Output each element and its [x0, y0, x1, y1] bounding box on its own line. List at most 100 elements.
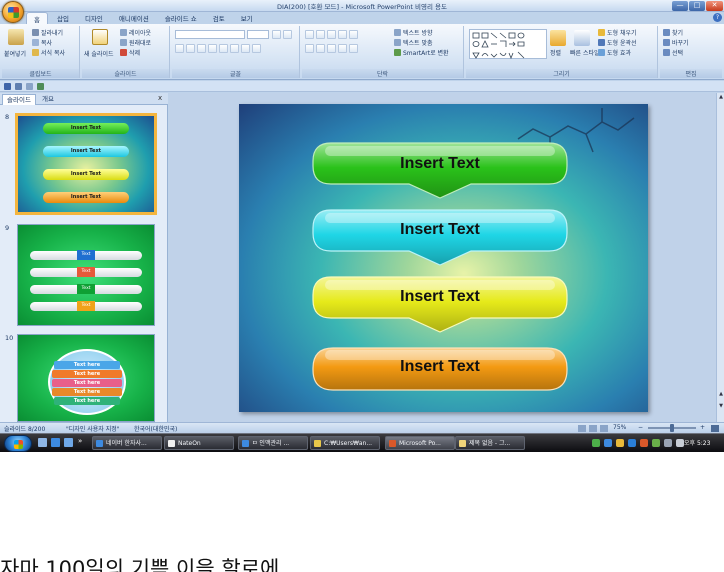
char-spacing-icon[interactable] [230, 44, 239, 53]
show-desktop-icon[interactable] [38, 438, 47, 447]
taskbar-task-button[interactable]: Microsoft Po... [385, 436, 455, 450]
increase-indent-icon[interactable] [338, 30, 347, 39]
office-button[interactable] [2, 1, 24, 23]
tab-review[interactable]: 검토 [206, 12, 232, 24]
taskbar-task-button[interactable]: 제목 없음 - 그... [455, 436, 525, 450]
process-shape[interactable]: Insert Text [311, 276, 569, 340]
format-painter-button[interactable]: 서식 복사 [32, 49, 65, 58]
taskbar-task-button[interactable]: NateOn [164, 436, 234, 450]
slideshow-icon[interactable] [37, 83, 44, 90]
process-shape[interactable]: Insert Text [311, 142, 569, 206]
shrink-font-icon[interactable] [283, 30, 292, 39]
columns-icon[interactable] [349, 44, 358, 53]
tab-animation[interactable]: 애니메이션 [112, 12, 156, 24]
start-button[interactable] [4, 435, 32, 452]
shape-effects-button[interactable]: 도형 효과 [598, 49, 631, 58]
smartart-button[interactable]: SmartArt로 변환 [394, 49, 449, 58]
process-shape-last[interactable]: Insert Text [311, 346, 569, 394]
underline-icon[interactable] [197, 44, 206, 53]
replace-button[interactable]: 바꾸기 [663, 39, 689, 48]
zoom-level[interactable]: 75% [613, 424, 626, 431]
delete-slide-button[interactable]: 삭제 [120, 49, 140, 58]
more-quick-launch[interactable]: » [78, 437, 82, 445]
justify-icon[interactable] [338, 44, 347, 53]
next-slide-icon[interactable]: ▼ [718, 403, 724, 409]
numbering-icon[interactable] [316, 30, 325, 39]
network-icon[interactable] [664, 439, 672, 447]
browser-icon[interactable] [51, 438, 60, 447]
process-shape[interactable]: Insert Text [311, 209, 569, 273]
tab-slideshow[interactable]: 슬라이드 쇼 [158, 12, 204, 24]
help-tray-icon[interactable] [628, 439, 636, 447]
tray-app-icon[interactable] [616, 439, 624, 447]
fit-to-window-icon[interactable] [711, 425, 719, 432]
slide-thumbnail-9[interactable]: Text Text Text Text [17, 224, 155, 326]
close-button[interactable]: ✕ [706, 1, 723, 11]
font-size-combo[interactable] [247, 30, 269, 39]
slide-canvas[interactable]: Insert Text Insert Text Insert Text Inse… [239, 104, 648, 412]
tab-view[interactable]: 보기 [234, 12, 260, 24]
font-family-combo[interactable] [175, 30, 245, 39]
zoom-in-icon[interactable]: + [700, 424, 705, 431]
change-case-icon[interactable] [241, 44, 250, 53]
shapes-gallery[interactable] [469, 29, 547, 60]
tab-insert[interactable]: 삽입 [50, 12, 76, 24]
bullets-icon[interactable] [305, 30, 314, 39]
ime-icon[interactable] [604, 439, 612, 447]
bold-icon[interactable] [175, 44, 184, 53]
slide-sorter-icon[interactable] [589, 425, 597, 432]
italic-icon[interactable] [186, 44, 195, 53]
maximize-button[interactable]: □ [689, 1, 705, 11]
copy-button[interactable]: 복사 [32, 39, 52, 48]
align-text-button[interactable]: 텍스트 맞춤 [394, 39, 433, 48]
layout-button[interactable]: 레이아웃 [120, 29, 151, 38]
quick-styles-button[interactable]: 빠른 스타일 [570, 50, 600, 58]
vertical-scrollbar[interactable]: ▲ ▲ ▼ [716, 93, 724, 422]
paste-button[interactable]: 붙여넣기 [4, 51, 26, 59]
cut-button[interactable]: 잘라내기 [32, 29, 63, 38]
minimize-button[interactable]: — [672, 1, 688, 11]
align-right-icon[interactable] [327, 44, 336, 53]
shape-outline-button[interactable]: 도형 윤곽선 [598, 39, 637, 48]
slide-thumbnail-8[interactable]: Insert Text Insert Text Insert Text Inse… [15, 113, 157, 215]
undo-icon[interactable] [15, 83, 22, 90]
line-spacing-icon[interactable] [349, 30, 358, 39]
slideshow-view-icon[interactable] [600, 425, 608, 432]
strikethrough-icon[interactable] [208, 44, 217, 53]
find-button[interactable]: 찾기 [663, 29, 683, 38]
select-button[interactable]: 선택 [663, 49, 683, 58]
tab-outline[interactable]: 개요 [38, 94, 58, 105]
normal-view-icon[interactable] [578, 425, 586, 432]
slide-thumbnail-10[interactable]: Text here Text here Text here Text here … [17, 334, 155, 422]
new-slide-button[interactable]: 새 슬라이드 [84, 51, 114, 59]
align-center-icon[interactable] [316, 44, 325, 53]
text-direction-button[interactable]: 텍스트 방향 [394, 29, 433, 38]
tab-design[interactable]: 디자인 [78, 12, 110, 24]
zoom-slider-handle[interactable] [670, 424, 674, 432]
switch-windows-icon[interactable] [64, 438, 73, 447]
shape-fill-button[interactable]: 도형 채우기 [598, 29, 637, 38]
redo-icon[interactable] [26, 83, 33, 90]
tray-app-icon[interactable] [652, 439, 660, 447]
tab-home[interactable]: 홈 [26, 12, 48, 24]
tray-app-icon[interactable] [640, 439, 648, 447]
align-left-icon[interactable] [305, 44, 314, 53]
clock[interactable]: 오후 5:23 [684, 438, 710, 447]
taskbar-task-button[interactable]: ㅁ 인맥관리 ... [238, 436, 308, 450]
reset-button[interactable]: 원래대로 [120, 39, 151, 48]
volume-icon[interactable] [676, 439, 684, 447]
tab-slides[interactable]: 슬라이드 [2, 94, 36, 105]
shadow-icon[interactable] [219, 44, 228, 53]
zoom-out-icon[interactable]: − [638, 424, 643, 431]
font-color-icon[interactable] [252, 44, 261, 53]
prev-slide-icon[interactable]: ▲ [718, 391, 724, 397]
arrange-button[interactable]: 정렬 [550, 50, 561, 58]
language-indicator[interactable]: 한국어(대한민국) [134, 424, 177, 433]
grow-font-icon[interactable] [272, 30, 281, 39]
panel-close-icon[interactable]: x [158, 94, 162, 102]
decrease-indent-icon[interactable] [327, 30, 336, 39]
taskbar-task-button[interactable]: 네이버 한자사... [92, 436, 162, 450]
taskbar-task-button[interactable]: C:₩Users₩an... [310, 436, 380, 450]
save-icon[interactable] [4, 83, 11, 90]
help-icon[interactable]: ? [713, 13, 722, 22]
